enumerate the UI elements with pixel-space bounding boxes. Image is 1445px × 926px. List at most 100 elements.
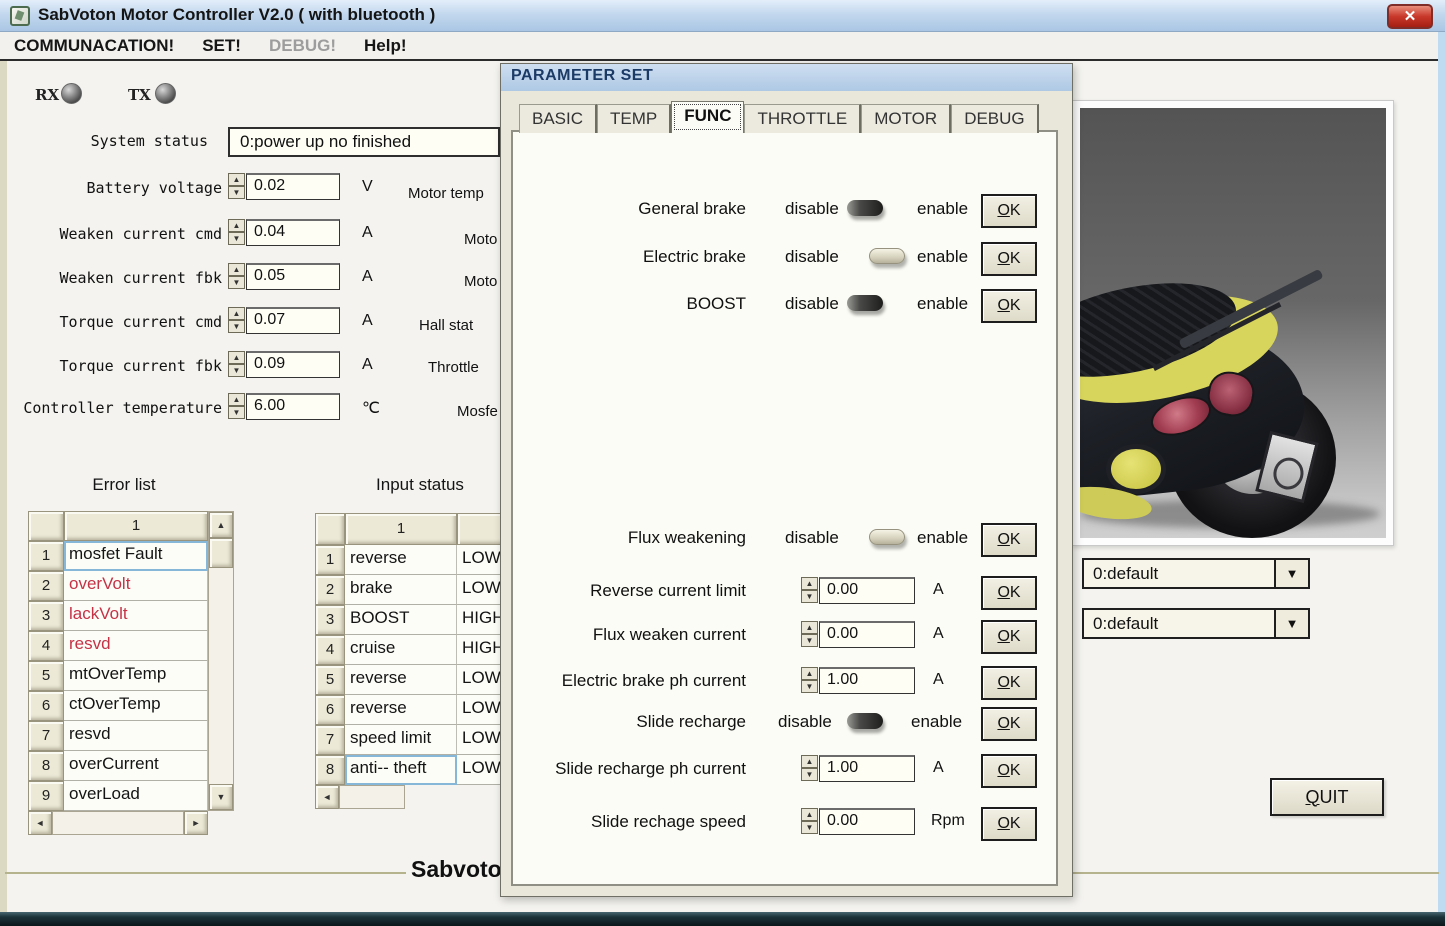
ok-button-flux-weakening[interactable]: OK [981, 523, 1037, 557]
close-button[interactable]: ✕ [1387, 4, 1433, 29]
ok-button-general-brake[interactable]: OK [981, 194, 1037, 228]
battery-voltage-stepper[interactable]: ▲ ▼ [228, 173, 245, 199]
error-cell[interactable]: resvd [64, 721, 208, 751]
spinner-up-icon[interactable]: ▲ [228, 173, 245, 186]
scroll-left-icon[interactable]: ◄ [315, 785, 339, 809]
general-brake-toggle[interactable] [845, 198, 901, 222]
spinner-up-icon[interactable]: ▲ [228, 393, 245, 406]
tab-basic[interactable]: BASIC [519, 104, 597, 133]
spinner-down-icon[interactable]: ▼ [801, 634, 818, 647]
spinner-up-icon[interactable]: ▲ [228, 263, 245, 276]
menu-help[interactable]: Help! [350, 36, 421, 56]
ok-button-boost[interactable]: OK [981, 289, 1037, 323]
torque-current-cmd-stepper[interactable]: ▲ ▼ [228, 307, 245, 333]
flux-weakening-toggle[interactable] [853, 527, 909, 551]
controller-temperature-stepper[interactable]: ▲ ▼ [228, 393, 245, 419]
spinner-down-icon[interactable]: ▼ [801, 768, 818, 781]
scroll-right-icon[interactable]: ► [184, 811, 208, 835]
spinner-up-icon[interactable]: ▲ [228, 351, 245, 364]
error-cell[interactable]: resvd [64, 631, 208, 661]
vscroll-thumb[interactable] [209, 538, 233, 568]
error-vscrollbar[interactable]: ▲ ▼ [208, 511, 234, 811]
menu-communication[interactable]: COMMUNACATION! [0, 36, 188, 56]
slide-recharge-ph-current-stepper[interactable]: ▲ ▼ [801, 755, 818, 781]
spinner-down-icon[interactable]: ▼ [228, 320, 245, 333]
battery-voltage-value[interactable]: 0.02 [246, 173, 340, 200]
spinner-up-icon[interactable]: ▲ [801, 577, 818, 590]
torque-current-fbk-stepper[interactable]: ▲ ▼ [228, 351, 245, 377]
flux-weaken-current-value[interactable]: 0.00 [819, 621, 915, 648]
reverse-current-limit-value[interactable]: 0.00 [819, 577, 915, 604]
scroll-left-icon[interactable]: ◄ [28, 811, 52, 835]
error-cell[interactable]: overVolt [64, 571, 208, 601]
spinner-up-icon[interactable]: ▲ [228, 219, 245, 232]
weaken-current-cmd-stepper[interactable]: ▲ ▼ [228, 219, 245, 245]
input-name-cell[interactable]: anti-- theft [345, 755, 457, 785]
menu-debug[interactable]: DEBUG! [255, 36, 350, 56]
input-name-cell[interactable]: cruise [345, 635, 457, 665]
flux-weaken-current-stepper[interactable]: ▲ ▼ [801, 621, 818, 647]
input-name-cell[interactable]: reverse [345, 695, 457, 725]
tab-temp[interactable]: TEMP [597, 104, 671, 133]
ok-button-slide-recharge-ph-current[interactable]: OK [981, 754, 1037, 788]
chevron-down-icon[interactable]: ▼ [1274, 560, 1308, 587]
torque-current-fbk-value[interactable]: 0.09 [246, 351, 340, 378]
spinner-down-icon[interactable]: ▼ [801, 680, 818, 693]
ok-button-electric-brake-ph-current[interactable]: OK [981, 666, 1037, 700]
profile-dropdown-1[interactable]: 0:default ▼ [1082, 558, 1310, 589]
slide-rechage-speed-stepper[interactable]: ▲ ▼ [801, 808, 818, 834]
ok-button-slide-recharge[interactable]: OK [981, 707, 1037, 741]
error-cell[interactable]: ctOverTemp [64, 691, 208, 721]
system-status-value[interactable]: 0:power up no finished [228, 127, 500, 157]
scroll-down-icon[interactable]: ▼ [209, 784, 233, 810]
slide-rechage-speed-value[interactable]: 0.00 [819, 808, 915, 835]
hscroll-track[interactable] [339, 785, 405, 809]
weaken-current-fbk-stepper[interactable]: ▲ ▼ [228, 263, 245, 289]
spinner-up-icon[interactable]: ▲ [801, 621, 818, 634]
error-cell[interactable]: overLoad [64, 781, 208, 811]
input-name-cell[interactable]: BOOST [345, 605, 457, 635]
spinner-up-icon[interactable]: ▲ [228, 307, 245, 320]
spinner-down-icon[interactable]: ▼ [228, 276, 245, 289]
electric-brake-toggle[interactable] [853, 246, 909, 270]
quit-button[interactable]: QUIT [1270, 778, 1384, 816]
spinner-down-icon[interactable]: ▼ [801, 821, 818, 834]
tab-func[interactable]: FUNC [671, 101, 744, 133]
spinner-down-icon[interactable]: ▼ [228, 406, 245, 419]
hscroll-track[interactable] [52, 811, 184, 835]
profile-dropdown-2[interactable]: 0:default ▼ [1082, 608, 1310, 639]
menu-set[interactable]: SET! [188, 36, 255, 56]
boost-toggle[interactable] [845, 293, 901, 317]
input-name-cell[interactable]: speed limit [345, 725, 457, 755]
slide-recharge-toggle[interactable] [845, 711, 901, 735]
tab-motor[interactable]: MOTOR [861, 104, 951, 133]
spinner-up-icon[interactable]: ▲ [801, 808, 818, 821]
weaken-current-fbk-value[interactable]: 0.05 [246, 263, 340, 290]
reverse-current-limit-stepper[interactable]: ▲ ▼ [801, 577, 818, 603]
ok-button-electric-brake[interactable]: OK [981, 242, 1037, 276]
chevron-down-icon[interactable]: ▼ [1274, 610, 1308, 637]
ok-button-slide-rechage-speed[interactable]: OK [981, 807, 1037, 841]
torque-current-cmd-value[interactable]: 0.07 [246, 307, 340, 334]
spinner-down-icon[interactable]: ▼ [228, 232, 245, 245]
ok-button-flux-weaken-current[interactable]: OK [981, 620, 1037, 654]
dialog-title-bar[interactable]: PARAMETER SET [501, 64, 1072, 91]
ok-button-reverse-current-limit[interactable]: OK [981, 576, 1037, 610]
tab-debug[interactable]: DEBUG [951, 104, 1038, 133]
input-name-cell[interactable]: brake [345, 575, 457, 605]
tab-throttle[interactable]: THROTTLE [744, 104, 861, 133]
electric-brake-ph-current-value[interactable]: 1.00 [819, 667, 915, 694]
spinner-up-icon[interactable]: ▲ [801, 755, 818, 768]
weaken-current-cmd-value[interactable]: 0.04 [246, 219, 340, 246]
spinner-down-icon[interactable]: ▼ [228, 186, 245, 199]
error-cell[interactable]: overCurrent [64, 751, 208, 781]
error-cell[interactable]: lackVolt [64, 601, 208, 631]
error-cell[interactable]: mtOverTemp [64, 661, 208, 691]
error-cell[interactable]: mosfet Fault [64, 541, 208, 571]
scroll-up-icon[interactable]: ▲ [209, 512, 233, 538]
input-name-cell[interactable]: reverse [345, 665, 457, 695]
electric-brake-ph-current-stepper[interactable]: ▲ ▼ [801, 667, 818, 693]
controller-temperature-value[interactable]: 6.00 [246, 393, 340, 420]
vscroll-track[interactable] [209, 568, 233, 784]
spinner-down-icon[interactable]: ▼ [801, 590, 818, 603]
